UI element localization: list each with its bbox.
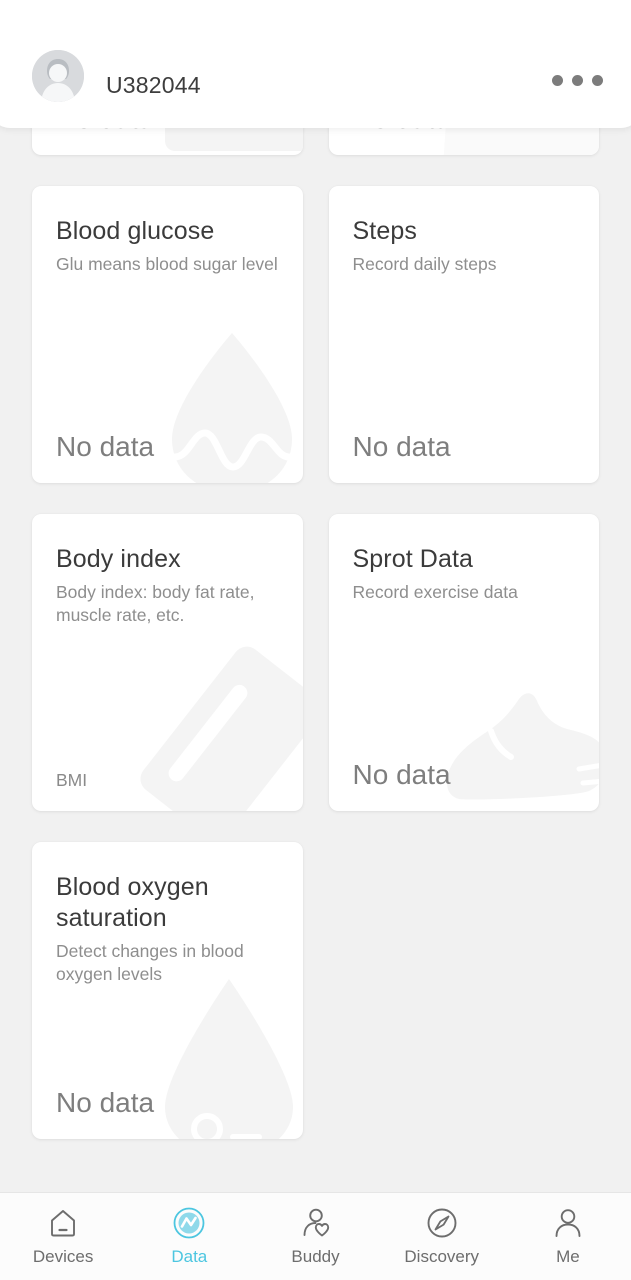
compass-icon xyxy=(424,1205,460,1241)
bottom-navigation: Devices Data Buddy Discovery Me xyxy=(0,1192,631,1280)
more-options-icon[interactable] xyxy=(544,65,611,102)
card-body-index[interactable]: Body index Body index: body fat rate, mu… xyxy=(32,514,303,811)
card-title: Blood oxygen saturation xyxy=(56,873,209,932)
nav-label: Data xyxy=(171,1247,208,1266)
avatar[interactable] xyxy=(32,50,84,102)
card-title: Blood glucose xyxy=(56,217,215,245)
card-blood-glucose[interactable]: Blood glucose Glu means blood sugar leve… xyxy=(32,186,303,483)
card-subtitle: Record daily steps xyxy=(352,254,497,274)
data-pulse-icon xyxy=(171,1205,207,1241)
card-subtitle: Record exercise data xyxy=(352,582,518,602)
health-card-grid: No data No data xyxy=(0,0,631,1139)
nav-label: Me xyxy=(556,1247,580,1266)
card-subtitle: Detect changes in blood oxygen levels xyxy=(56,941,244,985)
profile-header: U382044 xyxy=(0,0,631,128)
card-value: No data xyxy=(352,759,451,790)
card-subtitle: Glu means blood sugar level xyxy=(56,254,278,274)
card-value: BMI xyxy=(56,769,88,790)
nav-label: Devices xyxy=(32,1247,94,1266)
app-screen: No data No data xyxy=(0,0,631,1280)
person-heart-icon xyxy=(298,1205,334,1241)
nav-item-data[interactable]: Data xyxy=(126,1205,252,1265)
nav-item-discovery[interactable]: Discovery xyxy=(379,1205,505,1265)
username-label: U382044 xyxy=(106,72,201,98)
nav-item-devices[interactable]: Devices xyxy=(0,1205,126,1265)
card-value: No data xyxy=(352,431,451,462)
card-sprot-data[interactable]: Sprot Data Record exercise data No data xyxy=(328,514,599,811)
nav-label: Discovery xyxy=(404,1247,480,1266)
nav-item-buddy[interactable]: Buddy xyxy=(252,1205,378,1265)
card-title: Sprot Data xyxy=(352,545,474,573)
more-dot xyxy=(592,75,603,86)
card-value: No data xyxy=(56,1087,155,1118)
content-scroll-area[interactable]: No data No data xyxy=(0,0,631,1192)
card-title: Body index xyxy=(56,545,181,573)
nav-label: Buddy xyxy=(291,1247,340,1266)
card-blood-oxygen[interactable]: Blood oxygen saturation Detect changes i… xyxy=(32,842,303,1139)
card-title: Steps xyxy=(352,217,417,245)
more-dot xyxy=(572,75,583,86)
card-subtitle: Body index: body fat rate, muscle rate, … xyxy=(56,582,255,626)
more-dot xyxy=(552,75,563,86)
card-steps[interactable]: Steps Record daily steps No data xyxy=(328,186,599,483)
home-device-icon xyxy=(45,1205,81,1241)
nav-item-me[interactable]: Me xyxy=(505,1205,631,1265)
card-value: No data xyxy=(56,431,155,462)
person-icon xyxy=(550,1205,586,1241)
